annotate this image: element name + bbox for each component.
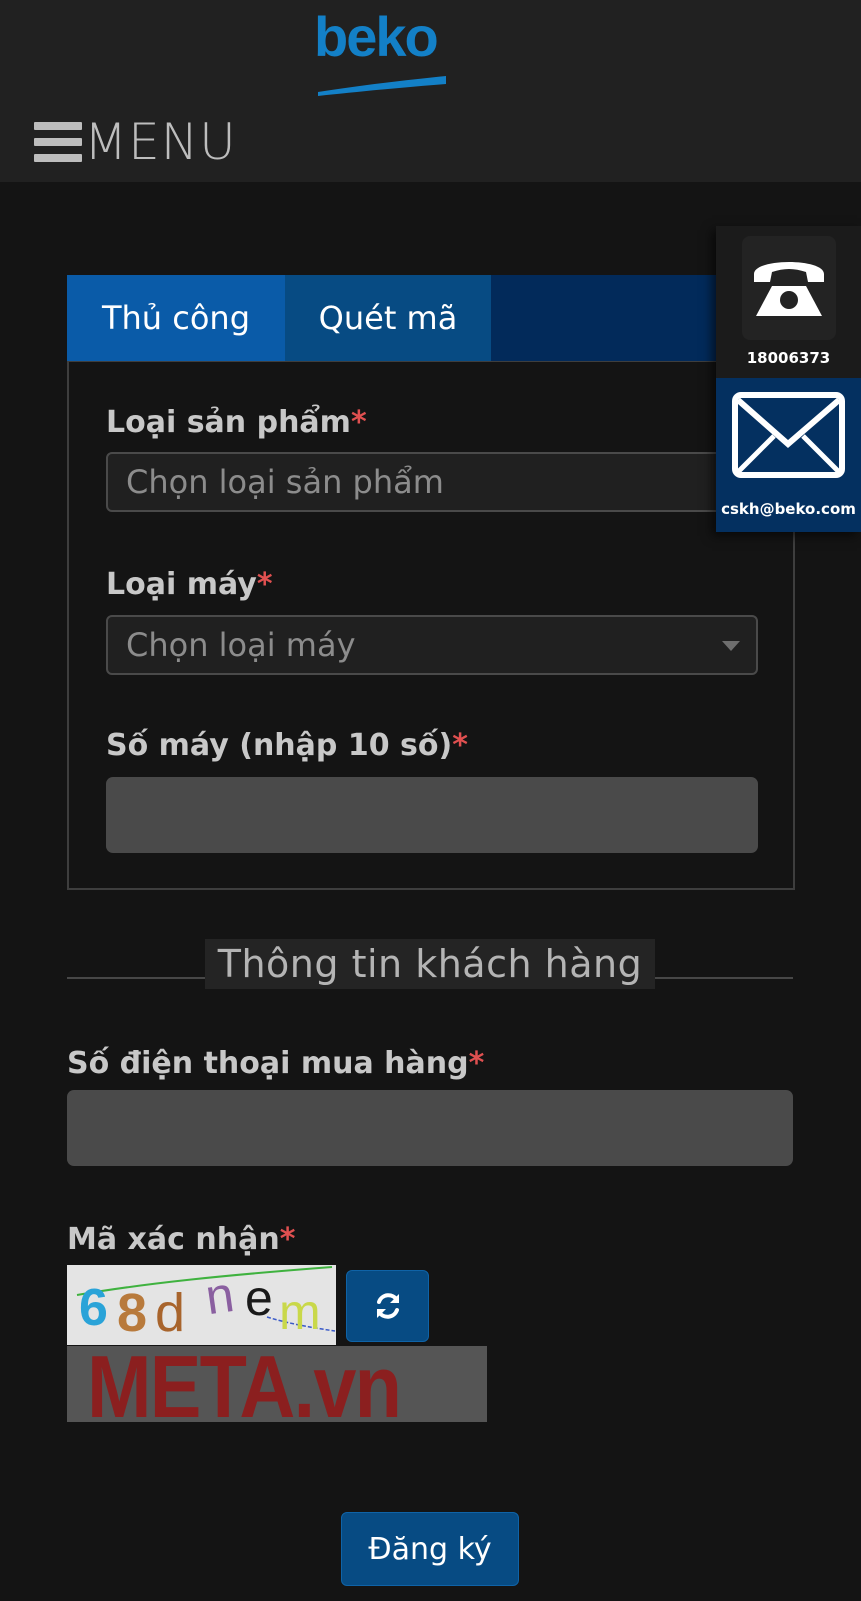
product-type-placeholder: Chọn loại sản phẩm — [126, 463, 444, 501]
site-header: beko MENU — [0, 0, 861, 182]
captcha-image: 6 8 d n e m — [67, 1265, 336, 1345]
svg-text:e: e — [245, 1270, 273, 1326]
logo-swoosh — [318, 76, 446, 96]
hamburger-icon — [34, 122, 82, 162]
envelope-icon — [732, 392, 845, 478]
product-type-select[interactable]: Chọn loại sản phẩm — [106, 452, 758, 512]
product-type-label: Loại sản phẩm* — [106, 405, 367, 440]
svg-text:6: 6 — [79, 1279, 108, 1337]
tab-manual[interactable]: Thủ công — [67, 275, 285, 361]
register-button[interactable]: Đăng ký — [341, 1512, 519, 1586]
captcha-label: Mã xác nhận* — [67, 1222, 296, 1257]
captcha-picture: 6 8 d n e m — [67, 1265, 336, 1345]
tab-scan-code[interactable]: Quét mã — [285, 275, 491, 361]
required-asterisk: * — [350, 405, 367, 440]
captcha-refresh-button[interactable] — [346, 1270, 429, 1342]
customer-info-heading: Thông tin khách hàng — [205, 939, 655, 989]
meta-watermark: META.vn — [67, 1346, 487, 1422]
beko-logo[interactable]: beko — [314, 5, 454, 96]
serial-number-label: Số máy (nhập 10 số)* — [106, 728, 468, 763]
menu-button[interactable]: MENU — [34, 116, 237, 168]
required-asterisk: * — [452, 728, 468, 763]
required-asterisk: * — [279, 1222, 296, 1257]
menu-label: MENU — [84, 113, 237, 171]
contact-widget: 18006373 cskh@beko.com — [716, 226, 861, 532]
support-email: cskh@beko.com — [721, 500, 856, 518]
machine-type-label: Loại máy* — [106, 567, 273, 602]
logo-text: beko — [314, 5, 439, 68]
telephone-icon — [742, 236, 836, 340]
entry-mode-tabs: Thủ công Quét mã — [67, 275, 792, 361]
purchase-phone-label: Số điện thoại mua hàng* — [67, 1046, 485, 1081]
email-button[interactable]: cskh@beko.com — [716, 378, 861, 532]
serial-number-input[interactable] — [106, 777, 758, 853]
svg-text:d: d — [155, 1283, 185, 1343]
product-info-card: Loại sản phẩm* Chọn loại sản phẩm Loại m… — [67, 361, 795, 890]
required-asterisk: * — [256, 567, 273, 602]
purchase-phone-input[interactable] — [67, 1090, 793, 1166]
required-asterisk: * — [468, 1046, 485, 1081]
svg-text:m: m — [279, 1284, 321, 1340]
machine-type-select[interactable]: Chọn loại máy — [106, 615, 758, 675]
svg-text:8: 8 — [117, 1283, 147, 1343]
hotline-button[interactable]: 18006373 — [716, 226, 861, 378]
refresh-icon — [376, 1293, 399, 1319]
watermark-text: META.vn — [87, 1346, 402, 1422]
chevron-down-icon — [722, 641, 740, 651]
machine-type-placeholder: Chọn loại máy — [126, 626, 356, 664]
hotline-number: 18006373 — [746, 349, 831, 367]
